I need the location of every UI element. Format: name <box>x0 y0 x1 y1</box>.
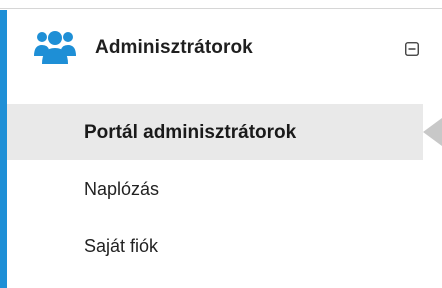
accent-bar <box>0 10 7 288</box>
sidebar-item-logging[interactable]: Naplózás <box>7 161 442 217</box>
sidebar-item-label: Naplózás <box>84 179 160 199</box>
active-item-pointer <box>423 118 442 146</box>
users-icon <box>34 31 76 64</box>
section-header-label: Adminisztrátorok <box>95 37 253 58</box>
sidebar-item-label: Portál adminisztrátorok <box>84 122 297 143</box>
sidebar-item-portal-administrators[interactable]: Portál adminisztrátorok <box>7 104 423 160</box>
collapse-minus-icon[interactable] <box>405 42 419 56</box>
admin-sidebar-panel: Adminisztrátorok Portál adminisztrátorok… <box>0 0 442 288</box>
sidebar-item-label: Saját fiók <box>84 236 159 256</box>
section-header-administrators[interactable]: Adminisztrátorok <box>7 10 442 90</box>
sidebar-item-own-account[interactable]: Saját fiók <box>7 218 442 274</box>
top-divider <box>0 8 442 9</box>
